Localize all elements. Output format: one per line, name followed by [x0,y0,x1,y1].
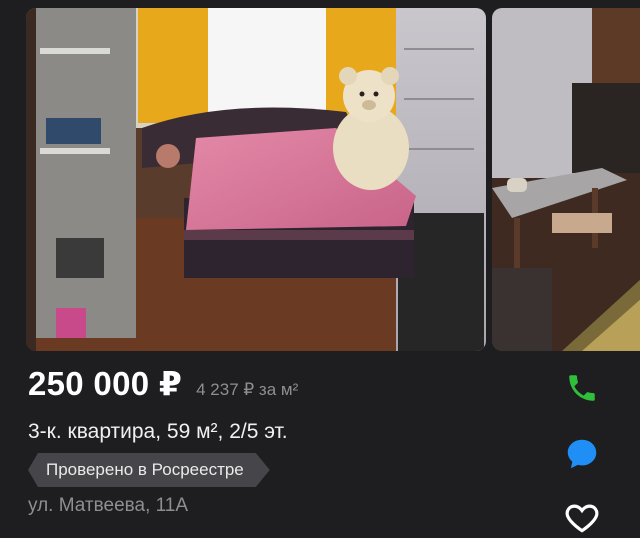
price-per-square-meter: 4 237 ₽ за м² [196,380,299,399]
verified-badge: Проверено в Росреестре [28,453,270,487]
listing-title[interactable]: 3-к. квартира, 59 м², 2/5 эт. [28,420,288,444]
message-button[interactable] [562,434,602,474]
photo-gallery[interactable] [0,0,640,352]
listing-photo-next[interactable] [492,8,640,351]
price: 250 000 ₽ [28,365,183,402]
listing-photo-main[interactable] [26,8,486,351]
phone-icon [569,375,595,401]
favorite-button[interactable] [562,498,602,538]
call-button[interactable] [562,368,602,408]
listing-address: ул. Матвеева, 11А [28,495,189,516]
chat-bubble-icon [567,439,597,469]
price-row: 250 000 ₽ 4 237 ₽ за м² [28,364,298,403]
heart-icon [565,504,599,533]
